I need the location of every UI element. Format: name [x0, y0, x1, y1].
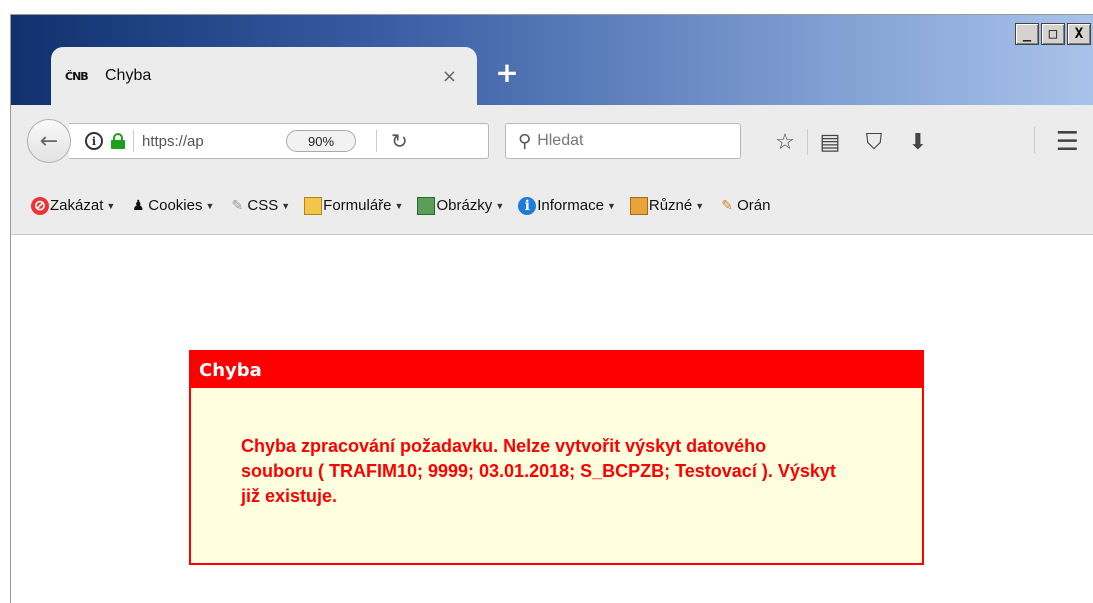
toolbar-divider-2 [1034, 127, 1035, 153]
search-input[interactable] [537, 132, 718, 150]
chevron-down-icon: ▼ [394, 200, 404, 211]
search-icon: ⚲ [518, 130, 532, 152]
outline-icon: ✎ [721, 197, 733, 213]
back-arrow-icon: ← [39, 128, 59, 154]
navigation-toolbar: i https://ap 90% ↻ ← ⚲ ☆ ▤ ⛉ ⬇ ☰ [11, 105, 1093, 177]
cnb-favicon-icon: ČNB [65, 69, 89, 83]
devbar-item-disable[interactable]: ⊘ Zakázat ▼ [31, 196, 116, 215]
devbar-item-label: Různé [648, 197, 693, 214]
error-message: Chyba zpracování požadavku. Nelze vytvoř… [241, 436, 836, 506]
web-developer-toolbar: ⊘ Zakázat ▼ ♟ Cookies ▼ ✎ CSS ▼ Formulář… [11, 177, 1093, 235]
browser-window: _ □ X ČNB Chyba × + i https://ap 90% ↻ ←… [10, 14, 1093, 603]
chevron-down-icon: ▼ [606, 200, 616, 211]
devbar-item-label: Zakázat [50, 197, 104, 214]
error-title: Chyba [191, 352, 922, 388]
zoom-level-button[interactable]: 90% [286, 130, 356, 152]
chevron-down-icon: ▼ [205, 200, 215, 211]
devbar-item-label: Formuláře [323, 197, 392, 214]
bookmark-star-icon[interactable]: ☆ [763, 127, 807, 157]
lock-icon[interactable] [111, 133, 125, 149]
close-button[interactable]: X [1067, 23, 1091, 45]
images-icon [417, 196, 436, 215]
tab-close-icon[interactable]: × [442, 66, 457, 87]
new-tab-button[interactable]: + [495, 59, 519, 87]
url-separator [133, 130, 134, 152]
url-text[interactable]: https://ap [142, 133, 242, 150]
reading-list-icon[interactable]: ▤ [808, 127, 852, 157]
info-icon[interactable]: i [85, 132, 103, 150]
css-icon: ✎ [231, 197, 244, 213]
page-content: Chyba Chyba zpracování požadavku. Nelze … [11, 236, 1093, 603]
url-bar[interactable]: i https://ap 90% ↻ [69, 123, 489, 159]
url-separator-2 [376, 130, 377, 152]
misc-icon [629, 196, 648, 215]
toolbar-icons: ☆ ▤ ⛉ ⬇ [763, 127, 940, 157]
chevron-down-icon: ▼ [695, 200, 705, 211]
devbar-item-label: Informace [537, 197, 604, 214]
info-icon: i [518, 196, 537, 215]
chevron-down-icon: ▼ [106, 200, 116, 211]
window-controls: _ □ X [1015, 23, 1091, 45]
pocket-icon[interactable]: ⛉ [852, 127, 896, 157]
devbar-item-cookies[interactable]: ♟ Cookies ▼ [129, 197, 214, 215]
menu-icon[interactable]: ☰ [1056, 127, 1079, 157]
back-button[interactable]: ← [27, 119, 71, 163]
devbar-item-forms[interactable]: Formuláře ▼ [304, 196, 404, 215]
devbar-item-css[interactable]: ✎ CSS ▼ [228, 197, 291, 215]
devbar-item-information[interactable]: i Informace ▼ [518, 196, 616, 215]
forms-icon [304, 196, 323, 215]
maximize-button[interactable]: □ [1041, 23, 1065, 45]
devbar-item-label: Orán [737, 197, 771, 214]
devbar-item-outline[interactable]: ✎ Orán [718, 197, 770, 215]
search-bar[interactable]: ⚲ [505, 123, 741, 159]
cookies-icon: ♟ [132, 197, 145, 213]
reload-icon[interactable]: ↻ [391, 129, 408, 153]
devbar-item-misc[interactable]: Různé ▼ [629, 196, 705, 215]
devbar-item-images[interactable]: Obrázky ▼ [417, 196, 505, 215]
devbar-item-label: Cookies [148, 197, 203, 214]
disable-icon: ⊘ [31, 196, 49, 215]
title-bar: _ □ X ČNB Chyba × + [11, 15, 1093, 105]
download-icon[interactable]: ⬇ [896, 127, 940, 157]
chevron-down-icon: ▼ [281, 200, 291, 211]
error-box: Chyba Chyba zpracování požadavku. Nelze … [189, 350, 924, 565]
devbar-item-label: CSS [247, 197, 279, 214]
tab-title: Chyba [105, 67, 152, 84]
minimize-button[interactable]: _ [1015, 23, 1039, 45]
devbar-item-label: Obrázky [436, 197, 493, 214]
active-tab[interactable]: ČNB Chyba × [51, 47, 477, 105]
chevron-down-icon: ▼ [495, 200, 505, 211]
